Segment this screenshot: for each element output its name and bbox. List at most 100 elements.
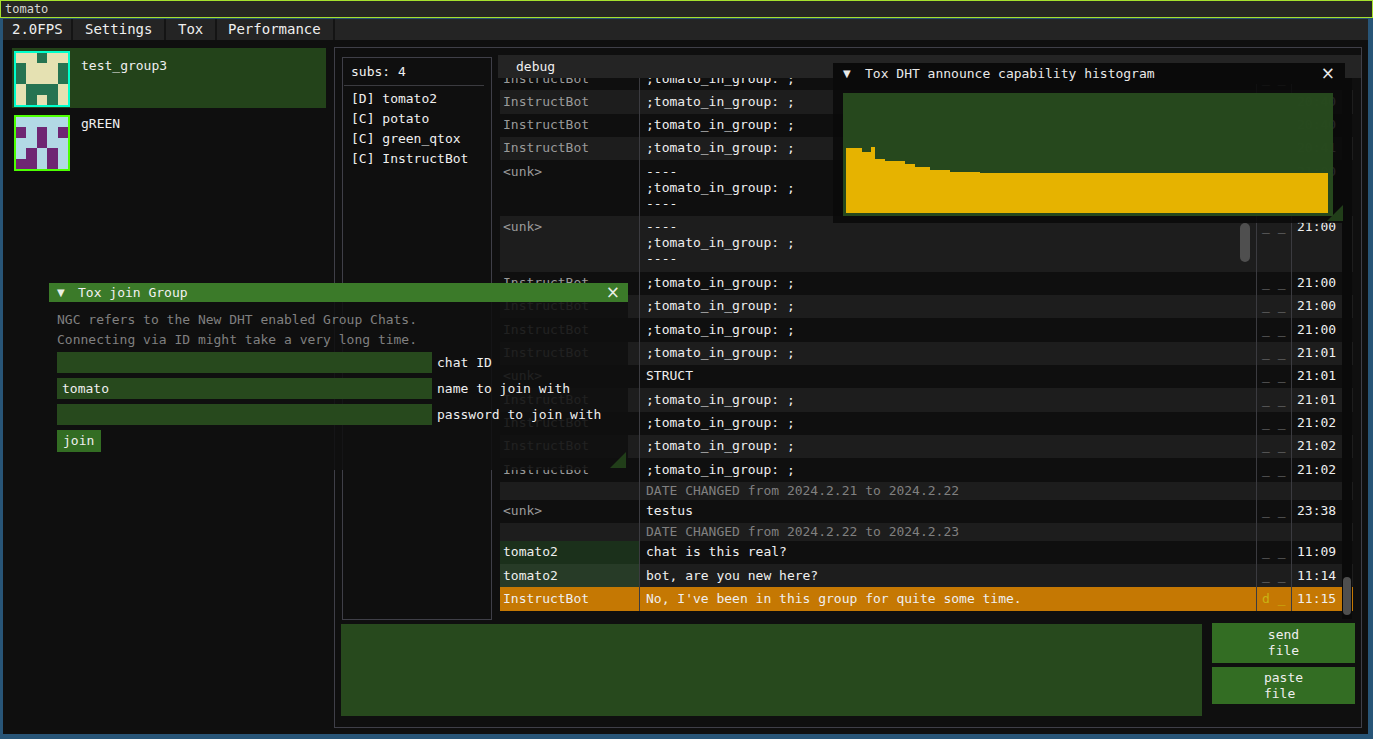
chat-row-flags: _ _ — [1257, 435, 1292, 458]
chat-row-flags: _ _ — [1257, 272, 1292, 295]
chat-row-message: chat is this real? — [640, 541, 1257, 564]
chat-row[interactable]: tomato2bot, are you new here?_ _11:14 — [500, 564, 1353, 587]
histogram-resize-grip[interactable] — [1327, 205, 1343, 221]
chat-row-author: InstructBot — [500, 114, 640, 137]
group-name: gREEN — [81, 116, 120, 132]
chat-row-author: <unk> — [500, 160, 640, 216]
chat-row-message: ;tomato_in_group: ; — [640, 435, 1257, 458]
chat-row-flags — [1257, 482, 1292, 500]
paste-file-label: paste file — [1264, 670, 1303, 702]
window-title: tomato — [5, 2, 48, 17]
chat-row-message: bot, are you new here? — [640, 564, 1257, 587]
join-password-label: password to join with — [437, 407, 601, 423]
histogram-series — [843, 93, 1333, 216]
date-separator-text: DATE CHANGED from 2024.2.22 to 2024.2.23 — [640, 523, 1257, 541]
chat-row-message: No, I've been in this group for quite so… — [640, 587, 1257, 610]
chat-row-flags: _ _ — [1257, 295, 1292, 318]
chat-row[interactable]: <unk>testus_ _23:38 — [500, 500, 1353, 523]
chat-row-author: InstructBot — [500, 78, 640, 90]
chat-row-author: tomato2 — [500, 541, 640, 564]
menu-separator — [71, 19, 73, 40]
subs-member-tomato2[interactable]: [D] tomato2 — [351, 89, 491, 109]
chat-row-flags: _ _ — [1257, 500, 1292, 523]
send-file-label: send file — [1268, 627, 1299, 659]
send-file-button[interactable]: send file — [1212, 623, 1355, 663]
chat-row-message: ;tomato_in_group: ; — [640, 295, 1257, 318]
chat-id-field[interactable] — [57, 352, 432, 373]
chat-row[interactable]: <unk>---- ;tomato_in_group: ; ----_ _21:… — [500, 216, 1353, 272]
join-button-label: join — [63, 433, 94, 449]
message-input[interactable] — [341, 624, 1202, 716]
app-root: tomato 2.0FPS Settings Tox Performance test… — [0, 0, 1373, 739]
window-titlebar[interactable]: tomato — [0, 0, 1373, 18]
join-button[interactable]: join — [57, 430, 101, 452]
chat-row-author: InstructBot — [500, 137, 640, 160]
chat-row-author: InstructBot — [500, 90, 640, 113]
chat-row-author: <unk> — [500, 500, 640, 523]
chat-row[interactable]: tomato2chat is this real?_ _11:09 — [500, 541, 1353, 564]
chat-row-flags: d _ — [1257, 587, 1292, 610]
chat-row-author: tomato2 — [500, 564, 640, 587]
chat-row-author — [500, 482, 640, 500]
menu-separator — [333, 19, 335, 40]
tab-debug[interactable]: debug — [516, 58, 555, 75]
menu-item-tox[interactable]: Tox — [178, 21, 203, 38]
join-password-field[interactable] — [57, 404, 432, 425]
subs-separator — [344, 85, 484, 86]
chat-row-flags: _ _ — [1257, 318, 1292, 341]
subs-member-InstructBot[interactable]: [C] InstructBot — [351, 149, 491, 169]
menu-separator — [215, 19, 217, 40]
histogram-title: Tox DHT announce capability histogram — [865, 66, 1155, 82]
join-name-value: tomato — [62, 381, 109, 397]
chat-row-flags: _ _ — [1257, 216, 1292, 272]
chat-row-flags: _ _ — [1257, 458, 1292, 481]
chat-row-flags: _ _ — [1257, 564, 1292, 587]
menu-item-settings[interactable]: Settings — [85, 21, 152, 38]
chat-row-flags: _ _ — [1257, 412, 1292, 435]
date-separator-row[interactable]: DATE CHANGED from 2024.2.21 to 2024.2.22 — [500, 482, 1353, 500]
chat-id-label: chat ID — [437, 355, 492, 371]
chat-row-flags: _ _ — [1257, 342, 1292, 365]
chat-row-message: ;tomato_in_group: ; — [640, 318, 1257, 341]
group-name: test_group3 — [81, 58, 167, 74]
chat-row-flags: _ _ — [1257, 365, 1292, 388]
join-resize-grip[interactable] — [610, 452, 626, 468]
chat-row-message: ;tomato_in_group: ; — [640, 458, 1257, 481]
chat-row-author — [500, 523, 640, 541]
group-avatar — [14, 115, 70, 171]
subs-member-potato[interactable]: [C] potato — [351, 109, 491, 129]
inner-scrollbar-thumb[interactable] — [1240, 223, 1250, 262]
chat-row-message: ;tomato_in_group: ; — [640, 412, 1257, 435]
menu-separator — [164, 19, 166, 40]
chat-row-flags — [1257, 523, 1292, 541]
chat-row-message: ;tomato_in_group: ; — [640, 342, 1257, 365]
chat-row-flags: _ _ — [1257, 388, 1292, 411]
chat-scrollbar-thumb[interactable] — [1343, 577, 1351, 615]
join-desc-line1: NGC refers to the New DHT enabled Group … — [57, 312, 417, 328]
subs-member-green_qtox[interactable]: [C] green_qtox — [351, 129, 491, 149]
collapse-arrow-icon[interactable]: ▼ — [57, 286, 65, 299]
menu-item-2-0fps[interactable]: 2.0FPS — [12, 21, 63, 38]
join-close-icon[interactable]: × — [606, 283, 620, 302]
menu-bar: 2.0FPS Settings Tox Performance — [3, 19, 1368, 40]
collapse-arrow-icon[interactable]: ▼ — [843, 67, 851, 80]
chat-row[interactable]: InstructBotNo, I've been in this group f… — [500, 587, 1353, 610]
chat-row-message: ;tomato_in_group: ; — [640, 388, 1257, 411]
histogram-plot — [843, 93, 1333, 216]
chat-row-message: STRUCT — [640, 365, 1257, 388]
join-name-label: name to join with — [437, 381, 570, 397]
chat-row-author: <unk> — [500, 216, 640, 272]
histogram-titlebar[interactable]: ▼ Tox DHT announce capability histogram … — [833, 63, 1345, 84]
join-name-field[interactable]: tomato — [57, 378, 432, 399]
join-group-title: Tox join Group — [78, 285, 188, 301]
chat-row-message: ;tomato_in_group: ; — [640, 272, 1257, 295]
chat-row-message: ---- ;tomato_in_group: ; ---- — [640, 216, 1257, 272]
date-separator-text: DATE CHANGED from 2024.2.21 to 2024.2.22 — [640, 482, 1257, 500]
paste-file-button[interactable]: paste file — [1212, 667, 1355, 704]
menu-item-performance[interactable]: Performance — [228, 21, 321, 38]
chat-row-flags: _ _ — [1257, 541, 1292, 564]
join-group-titlebar[interactable]: ▼ Tox join Group × — [49, 283, 628, 302]
group-avatar — [14, 51, 70, 107]
histogram-close-icon[interactable]: × — [1321, 63, 1335, 84]
date-separator-row[interactable]: DATE CHANGED from 2024.2.22 to 2024.2.23 — [500, 523, 1353, 541]
